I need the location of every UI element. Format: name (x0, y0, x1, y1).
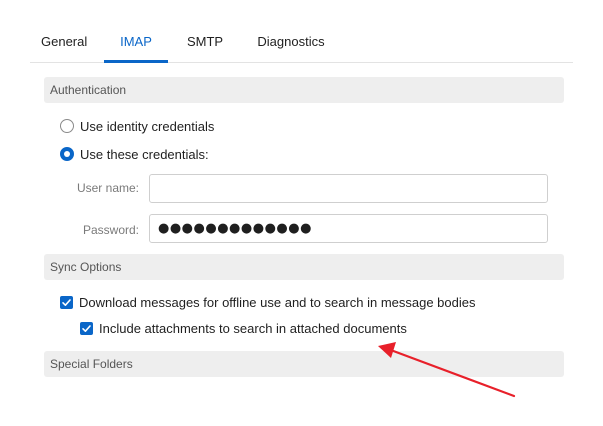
tab-bar: General IMAP SMTP Diagnostics (30, 22, 573, 63)
checkbox-download-offline[interactable]: Download messages for offline use and to… (60, 293, 476, 311)
account-settings-page: General IMAP SMTP Diagnostics Authentica… (0, 0, 603, 426)
annotation-arrow-icon (378, 342, 516, 398)
checkbox-label: Include attachments to search in attache… (99, 320, 407, 336)
radio-label: Use identity credentials (80, 118, 215, 134)
checkbox-label: Download messages for offline use and to… (79, 294, 476, 310)
username-input[interactable] (149, 174, 548, 203)
radio-label: Use these credentials: (80, 146, 209, 162)
check-icon[interactable] (60, 295, 73, 309)
tab-general[interactable]: General (30, 22, 101, 62)
tab-diagnostics[interactable]: Diagnostics (252, 22, 330, 62)
tab-imap[interactable]: IMAP (104, 22, 168, 63)
radio-button[interactable] (60, 119, 74, 133)
radio-use-identity-credentials[interactable]: Use identity credentials (60, 117, 214, 135)
radio-button-selected[interactable] (60, 147, 74, 161)
password-label: Password: (82, 223, 139, 237)
username-label: User name: (76, 181, 139, 195)
checkbox-include-attachments[interactable]: Include attachments to search in attache… (80, 319, 407, 337)
password-input[interactable]: ●●●●●●●●●●●●● (149, 214, 548, 243)
radio-use-these-credentials[interactable]: Use these credentials: (60, 145, 209, 163)
tab-smtp[interactable]: SMTP (180, 22, 230, 62)
check-icon[interactable] (80, 321, 93, 335)
section-header-authentication: Authentication (44, 77, 564, 103)
section-header-sync-options: Sync Options (44, 254, 564, 280)
